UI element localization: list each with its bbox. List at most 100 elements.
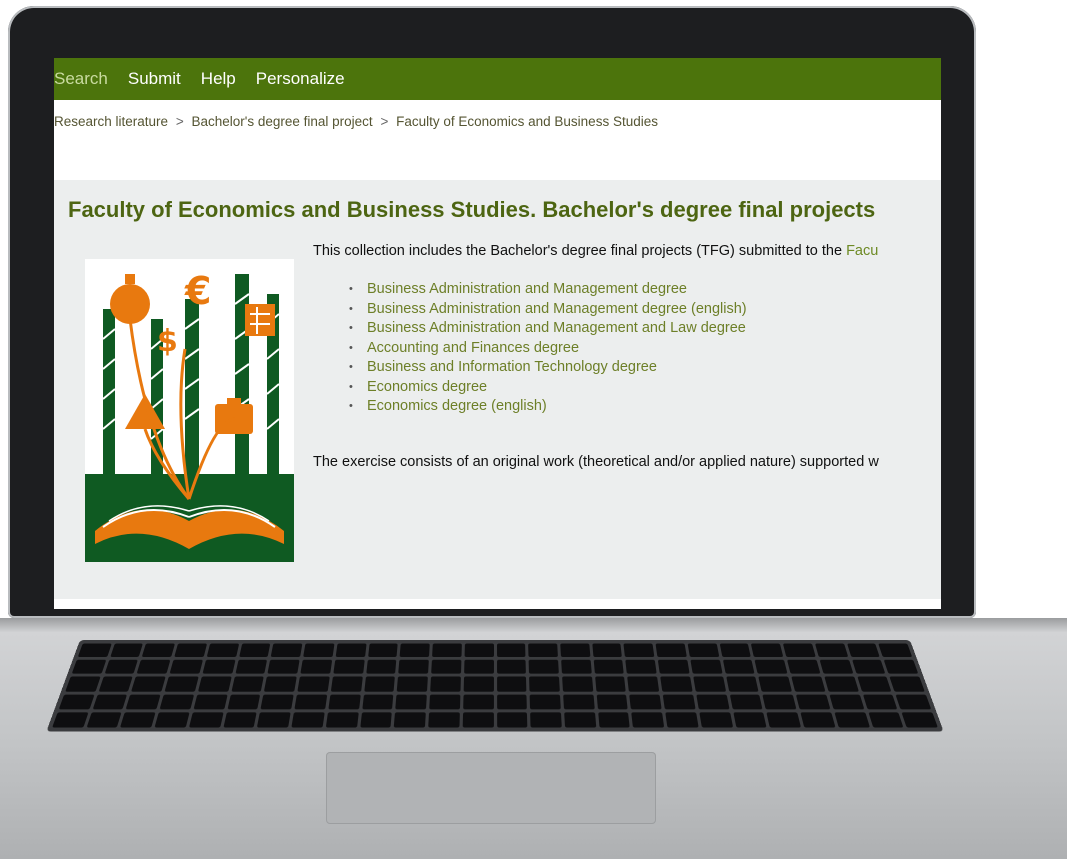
degree-link-economics-english[interactable]: Economics degree (english) xyxy=(349,397,747,417)
keyboard-key xyxy=(594,676,627,692)
keyboard-key xyxy=(169,659,203,675)
keyboard-key xyxy=(528,643,558,658)
keyboard-key xyxy=(800,712,836,728)
breadcrumb-item-faculty[interactable]: Faculty of Economics and Business Studie… xyxy=(396,114,658,129)
breadcrumb-item-research-literature[interactable]: Research literature xyxy=(54,114,168,129)
keyboard-key xyxy=(834,712,870,728)
nav-personalize-link[interactable]: Personalize xyxy=(256,69,345,89)
collection-intro: This collection includes the Bachelor's … xyxy=(313,243,878,259)
breadcrumb-item-bachelors-project[interactable]: Bachelor's degree final project xyxy=(191,114,372,129)
keyboard-key xyxy=(333,659,365,675)
keyboard-key xyxy=(159,694,195,710)
keyboard-key xyxy=(846,643,881,658)
degree-link-bam[interactable]: Business Administration and Management d… xyxy=(349,280,747,300)
degree-link-business-it[interactable]: Business and Information Technology degr… xyxy=(349,358,747,378)
keyboard-key xyxy=(591,643,623,658)
keyboard-key xyxy=(862,694,898,710)
keyboard-key xyxy=(58,694,95,710)
keyboard-key xyxy=(394,712,426,728)
nav-search-link[interactable]: Search xyxy=(54,69,108,89)
keyboard-key xyxy=(631,712,665,728)
degree-link-economics[interactable]: Economics degree xyxy=(349,378,747,398)
keyboard-key xyxy=(429,694,461,710)
keyboard-key xyxy=(325,712,359,728)
keyboard-key xyxy=(889,676,925,692)
nav-help-link[interactable]: Help xyxy=(201,69,236,89)
keyboard-key xyxy=(824,676,859,692)
keyboard-key xyxy=(428,712,460,728)
keyboard-key xyxy=(154,712,190,728)
keyboard-key xyxy=(690,659,723,675)
keyboard-key xyxy=(198,676,232,692)
keyboard-key xyxy=(463,676,494,692)
laptop-screen: Search Submit Help Personalize Research … xyxy=(54,58,941,609)
keyboard-key xyxy=(655,643,687,658)
keyboard-key xyxy=(884,659,919,675)
keyboard-key xyxy=(699,712,733,728)
keyboard-key xyxy=(563,694,595,710)
keyboard-key xyxy=(693,676,726,692)
keyboard-key xyxy=(529,694,561,710)
keyboard-key xyxy=(530,712,562,728)
keyboard-key xyxy=(528,659,559,675)
top-navbar: Search Submit Help Personalize xyxy=(54,58,941,100)
nav-submit-link[interactable]: Submit xyxy=(128,69,181,89)
keyboard-key xyxy=(529,676,560,692)
svg-text:$: $ xyxy=(157,324,178,359)
screen-bottom-strip xyxy=(54,599,941,609)
keyboard-key xyxy=(231,676,265,692)
keyboard-key xyxy=(762,694,797,710)
keyboard-key xyxy=(104,659,139,675)
page-title: Faculty of Economics and Business Studie… xyxy=(68,197,876,222)
degree-link-bam-english[interactable]: Business Administration and Management d… xyxy=(349,300,747,320)
keyboard-key xyxy=(227,694,261,710)
keyboard-key xyxy=(136,659,171,675)
degree-link-accounting-finances[interactable]: Accounting and Finances degree xyxy=(349,339,747,359)
keyboard-key xyxy=(367,643,398,658)
laptop-lid: Search Submit Help Personalize Research … xyxy=(8,6,976,618)
laptop-trackpad xyxy=(326,752,656,824)
degree-list: Business Administration and Management d… xyxy=(349,280,747,417)
keyboard-key xyxy=(399,643,430,658)
keyboard-key xyxy=(562,676,593,692)
keyboard-key xyxy=(719,643,752,658)
keyboard-key xyxy=(206,643,239,658)
keyboard-key xyxy=(665,712,699,728)
keyboard-key xyxy=(623,643,655,658)
keyboard-key xyxy=(397,676,428,692)
keyboard-key xyxy=(86,712,123,728)
keyboard-key xyxy=(758,676,792,692)
keyboard-key xyxy=(867,712,904,728)
keyboard-key xyxy=(660,676,693,692)
svg-text:€: € xyxy=(184,269,211,313)
keyboard-key xyxy=(463,659,494,675)
keyboard-key xyxy=(294,694,328,710)
keyboard-key xyxy=(687,643,719,658)
keyboard-key xyxy=(328,694,361,710)
degree-link-bam-law[interactable]: Business Administration and Management a… xyxy=(349,319,747,339)
keyboard-key xyxy=(657,659,690,675)
keyboard-key xyxy=(303,643,335,658)
keyboard-key xyxy=(77,643,112,658)
keyboard-key xyxy=(264,676,297,692)
keyboard-key xyxy=(791,676,826,692)
keyboard-key xyxy=(754,659,788,675)
keyboard-key xyxy=(109,643,144,658)
keyboard-key xyxy=(71,659,106,675)
keyboard-key xyxy=(65,676,101,692)
keyboard-key xyxy=(359,712,393,728)
keyboard-key xyxy=(496,676,527,692)
keyboard-key xyxy=(395,694,427,710)
keyboard-key xyxy=(496,694,528,710)
keyboard-key xyxy=(188,712,224,728)
keyboard-key xyxy=(901,712,938,728)
keyboard-key xyxy=(729,694,763,710)
keyboard-key xyxy=(627,676,660,692)
keyboard-key xyxy=(363,676,396,692)
keyboard-key xyxy=(335,643,367,658)
keyboard-key xyxy=(629,694,662,710)
faculty-link[interactable]: Facu xyxy=(846,243,878,259)
keyboard-key xyxy=(365,659,397,675)
exercise-description: The exercise consists of an original wor… xyxy=(313,454,879,470)
keyboard-key xyxy=(462,694,494,710)
